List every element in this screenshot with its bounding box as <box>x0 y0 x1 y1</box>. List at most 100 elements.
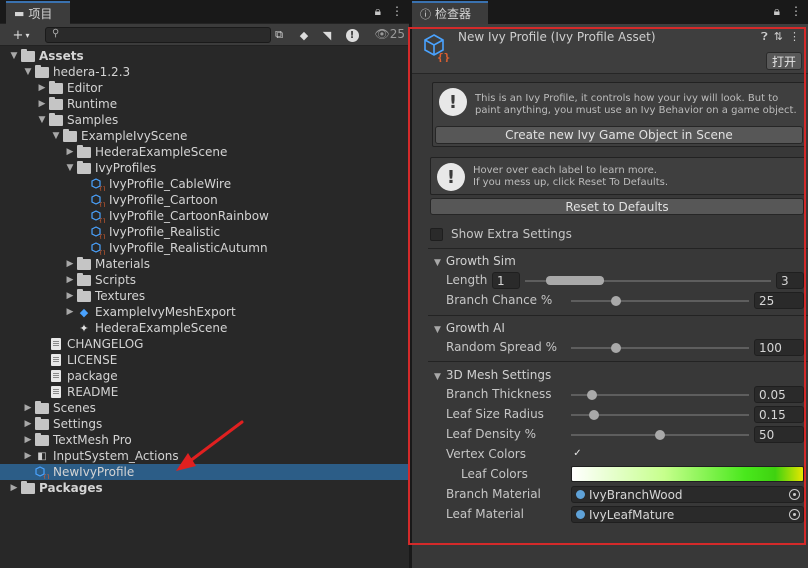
tree-item[interactable]: {} IvyProfile_CartoonRainbow <box>0 208 409 224</box>
open-button[interactable]: 打开 <box>766 52 802 70</box>
tree-folder[interactable]: ▶ Packages <box>0 480 409 496</box>
collapse-arrow-icon[interactable]: ▶ <box>64 259 76 269</box>
hidden-packages-count[interactable]: 👁︎25 <box>374 27 405 41</box>
growth-sim-foldout[interactable]: ▼ Growth Sim <box>434 254 516 268</box>
branch-thickness-field[interactable]: 0.05 <box>754 386 804 403</box>
inspector-header: {} New Ivy Profile (Ivy Profile Asset) ❓… <box>412 24 808 74</box>
tree-item[interactable]: package <box>0 368 409 384</box>
tab-project[interactable]: ▬ 项目 <box>6 1 70 24</box>
tree-item[interactable]: LICENSE <box>0 352 409 368</box>
branch-chance-field[interactable]: 25 <box>754 292 804 309</box>
console-warning-icon[interactable]: ! <box>344 26 360 44</box>
collapse-arrow-icon[interactable]: ▶ <box>22 403 34 413</box>
length-minmax-thumb[interactable] <box>546 276 604 285</box>
random-spread-field[interactable]: 100 <box>754 339 804 356</box>
search-input[interactable]: ⚲ <box>45 27 271 43</box>
object-picker-icon[interactable] <box>789 489 800 500</box>
show-extra-settings-checkbox[interactable] <box>430 228 443 241</box>
collapse-arrow-icon[interactable]: ▶ <box>22 451 34 461</box>
leaf-colors-label: Leaf Colors <box>461 467 528 481</box>
collapse-arrow-icon[interactable]: ▶ <box>22 435 34 445</box>
more-menu-icon[interactable]: ⋮ <box>391 4 403 19</box>
collapse-arrow-icon[interactable]: ▶ <box>64 147 76 157</box>
tree-folder[interactable]: ▶ TextMesh Pro <box>0 432 409 448</box>
leaf-size-radius-slider[interactable] <box>589 410 600 420</box>
tree-item[interactable]: {} IvyProfile_RealisticAutumn <box>0 240 409 256</box>
collapse-arrow-icon[interactable]: ▶ <box>36 83 48 93</box>
expand-arrow-icon[interactable]: ▼ <box>22 67 34 77</box>
branch-chance-track <box>571 300 749 302</box>
create-ivy-button[interactable]: Create new Ivy Game Object in Scene <box>435 126 803 144</box>
tree-item-label: Scripts <box>95 273 137 287</box>
tree-item[interactable]: {} IvyProfile_Realistic <box>0 224 409 240</box>
filter-by-type-icon[interactable]: ◆ <box>296 26 312 44</box>
tree-item[interactable]: {} IvyProfile_Cartoon <box>0 192 409 208</box>
collapse-arrow-icon[interactable]: ▶ <box>22 419 34 429</box>
length-min-field[interactable]: 1 <box>492 272 520 289</box>
tree-item[interactable]: ▶ ◧ InputSystem_Actions <box>0 448 409 464</box>
folder-icon <box>34 400 50 414</box>
tree-item-label: TextMesh Pro <box>53 433 132 447</box>
tree-folder[interactable]: ▶ Scripts <box>0 272 409 288</box>
tree-folder[interactable]: ▼ Assets <box>0 48 409 64</box>
collapse-arrow-icon[interactable]: ▶ <box>64 275 76 285</box>
folder-icon <box>76 144 92 158</box>
tree-folder[interactable]: ▼ ExampleIvyScene <box>0 128 409 144</box>
vertex-colors-checkbox[interactable]: ✓ <box>571 447 584 460</box>
collapse-arrow-icon[interactable]: ▶ <box>64 291 76 301</box>
search-by-type-icon[interactable]: ⧉ <box>272 26 286 44</box>
search-icon: ⚲ <box>52 28 60 39</box>
inspector-panel: ⓘ 检查器 🔒︎ ⋮ {} New Ivy Profile (Ivy Profi… <box>412 0 808 568</box>
tree-folder[interactable]: ▼ Samples <box>0 112 409 128</box>
expand-arrow-icon[interactable]: ▼ <box>8 51 20 61</box>
tree-folder[interactable]: ▶ Editor <box>0 80 409 96</box>
tree-item[interactable]: ✦ HederaExampleScene <box>0 320 409 336</box>
branch-material-field[interactable]: IvyBranchWood <box>571 486 804 503</box>
tree-item[interactable]: README <box>0 384 409 400</box>
help-icon[interactable]: ❓︎ <box>761 30 768 44</box>
leaf-size-radius-field[interactable]: 0.15 <box>754 406 804 423</box>
filter-by-label-icon[interactable]: ◥ <box>320 26 334 44</box>
tree-folder[interactable]: ▶ Settings <box>0 416 409 432</box>
tab-inspector[interactable]: ⓘ 检查器 <box>412 1 488 24</box>
tree-item[interactable]: CHANGELOG <box>0 336 409 352</box>
leaf-material-field[interactable]: IvyLeafMature <box>571 506 804 523</box>
tree-folder[interactable]: ▶ Materials <box>0 256 409 272</box>
branch-chance-slider[interactable] <box>610 296 621 306</box>
tree-folder[interactable]: ▼ IvyProfiles <box>0 160 409 176</box>
tree-folder[interactable]: ▶ Scenes <box>0 400 409 416</box>
preset-icon[interactable]: ⇅ <box>774 30 783 44</box>
growth-ai-foldout[interactable]: ▼ Growth AI <box>434 321 505 335</box>
random-spread-slider[interactable] <box>610 343 621 353</box>
show-extra-settings-label: Show Extra Settings <box>451 227 572 241</box>
hint-line-1: Hover over each label to learn more. <box>473 165 657 176</box>
leaf-density-slider[interactable] <box>655 430 665 440</box>
tree-folder[interactable]: ▼ hedera-1.2.3 <box>0 64 409 80</box>
tree-folder[interactable]: ▶ HederaExampleScene <box>0 144 409 160</box>
lock-icon[interactable]: 🔒︎ <box>375 4 381 19</box>
tree-item[interactable]: {} IvyProfile_CableWire <box>0 176 409 192</box>
leaf-colors-gradient[interactable] <box>571 466 804 482</box>
object-picker-icon[interactable] <box>789 509 800 520</box>
collapse-arrow-icon[interactable]: ▶ <box>64 307 76 317</box>
tree-folder[interactable]: ▶ Textures <box>0 288 409 304</box>
tree-folder[interactable]: ▶ Runtime <box>0 96 409 112</box>
collapse-arrow-icon[interactable]: ▶ <box>36 99 48 109</box>
expand-arrow-icon[interactable]: ▼ <box>64 163 76 173</box>
length-max-field[interactable]: 3 <box>776 272 804 289</box>
create-button[interactable]: + ▾ <box>6 26 36 44</box>
reset-to-defaults-button[interactable]: Reset to Defaults <box>430 198 804 215</box>
tree-item-label: IvyProfile_Cartoon <box>109 193 218 207</box>
expand-arrow-icon[interactable]: ▼ <box>50 131 62 141</box>
lock-icon[interactable]: 🔒︎ <box>774 4 780 19</box>
tree-item[interactable]: ▶ ◆ ExampleIvyMeshExport <box>0 304 409 320</box>
mesh-settings-foldout[interactable]: ▼ 3D Mesh Settings <box>434 368 551 382</box>
tree-item[interactable]: {} NewIvyProfile <box>0 464 409 480</box>
growth-sim-title: Growth Sim <box>445 254 516 268</box>
collapse-arrow-icon[interactable]: ▶ <box>8 483 20 493</box>
expand-arrow-icon[interactable]: ▼ <box>36 115 48 125</box>
more-menu-icon[interactable]: ⋮ <box>789 30 800 44</box>
more-menu-icon[interactable]: ⋮ <box>790 4 802 19</box>
branch-thickness-slider[interactable] <box>587 390 598 400</box>
leaf-density-field[interactable]: 50 <box>754 426 804 443</box>
